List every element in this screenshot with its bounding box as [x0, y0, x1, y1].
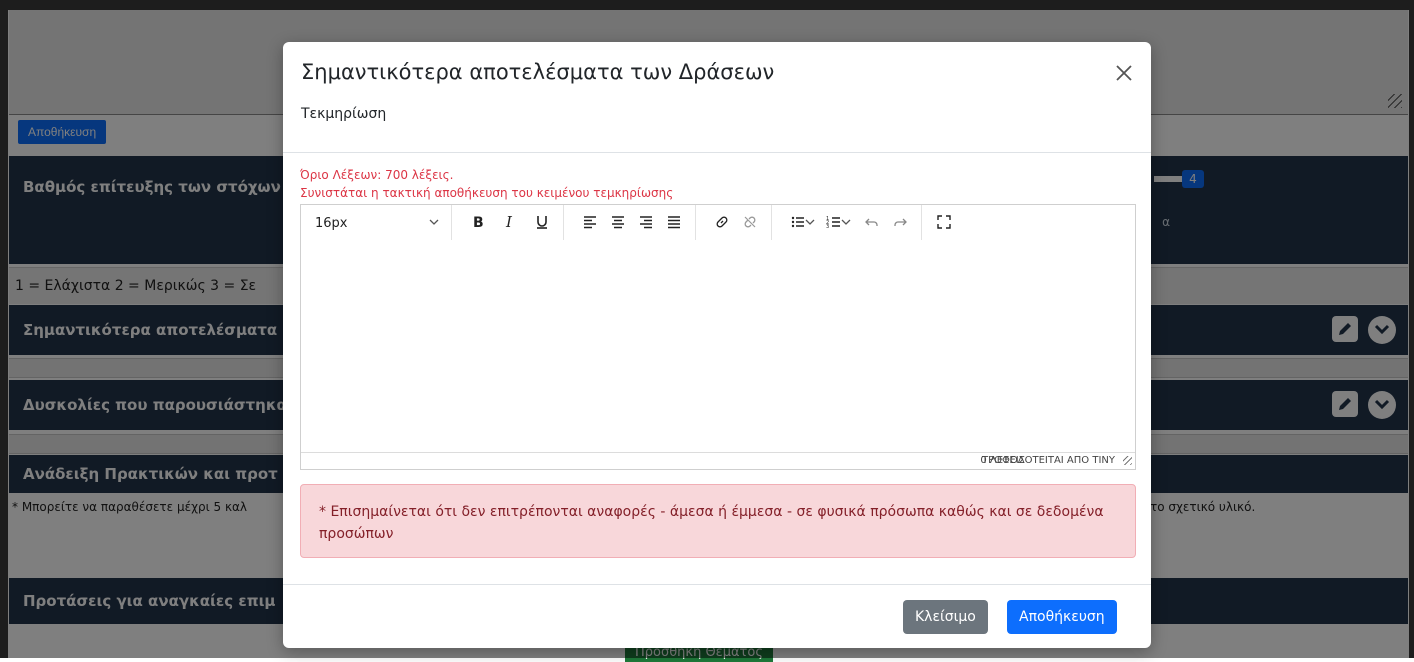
warning-alert: * Επισημαίνεται ότι δεν επιτρέπονται ανα… [300, 484, 1136, 558]
undo-icon [865, 218, 878, 226]
numbered-list-options[interactable] [839, 209, 853, 235]
modal-dialog: Σημαντικότερα αποτελέσματα των Δράσεων Τ… [283, 42, 1151, 648]
align-justify-icon [668, 216, 680, 229]
close-icon[interactable] [1113, 62, 1135, 84]
align-left-button[interactable] [577, 209, 603, 235]
unlink-button[interactable] [737, 209, 763, 235]
chevron-down-icon [429, 219, 439, 225]
font-size-select[interactable]: 16px [301, 205, 452, 240]
bold-button[interactable]: B [465, 209, 491, 235]
bullet-list-options[interactable] [803, 209, 817, 235]
editor-toolbar: 16px B I 1 2 3 [301, 205, 1135, 241]
chevron-down-icon [841, 219, 851, 225]
align-center-icon [612, 216, 624, 229]
font-size-value: 16px [315, 216, 348, 231]
close-button[interactable]: Κλείσιμο [903, 600, 988, 634]
save-hint-text: Συνιστάται η τακτική αποθήκευση του κειμ… [300, 186, 674, 200]
italic-button[interactable]: I [497, 209, 523, 235]
chevron-down-icon [805, 219, 815, 225]
align-right-icon [640, 216, 652, 229]
align-center-button[interactable] [605, 209, 631, 235]
editor-content-area[interactable] [301, 240, 1135, 452]
undo-button[interactable] [859, 209, 885, 235]
redo-icon [894, 218, 907, 226]
svg-text:B: B [473, 215, 484, 230]
warning-alert-text: * Επισημαίνεται ότι δεν επιτρέπονται ανα… [319, 504, 1104, 542]
rich-text-editor: 16px B I 1 2 3 0 ΛΕΞΕΙΣ ΤΡΟΦΟΔΟΤΕΙΤΑΙ ΑΠ… [300, 204, 1136, 470]
bold-icon: B [473, 215, 484, 230]
modal-header: Σημαντικότερα αποτελέσματα των Δράσεων Τ… [283, 42, 1151, 153]
resize-handle-icon[interactable] [1123, 456, 1132, 465]
save-button[interactable]: Αποθήκευση [1007, 600, 1117, 634]
word-limit-text: Όριο Λέξεων: 700 λέξεις. [300, 168, 454, 182]
italic-icon: I [505, 214, 513, 230]
link-icon [716, 216, 728, 228]
underline-icon [537, 216, 547, 229]
unlink-icon [744, 216, 756, 228]
powered-by-link[interactable]: ΤΡΟΦΟΔΟΤΕΙΤΑΙ ΑΠΟ TINY [982, 455, 1115, 466]
link-button[interactable] [709, 209, 735, 235]
modal-subtitle: Τεκμηρίωση [301, 106, 387, 122]
align-left-icon [584, 216, 596, 229]
align-justify-button[interactable] [661, 209, 687, 235]
underline-button[interactable] [529, 209, 555, 235]
align-right-button[interactable] [633, 209, 659, 235]
fullscreen-icon [937, 215, 951, 229]
svg-text:I: I [505, 214, 513, 230]
editor-statusbar: 0 ΛΕΞΕΙΣ ΤΡΟΦΟΔΟΤΕΙΤΑΙ ΑΠΟ TINY [301, 452, 1135, 469]
modal-title: Σημαντικότερα αποτελέσματα των Δράσεων [301, 60, 775, 84]
fullscreen-button[interactable] [931, 209, 957, 235]
redo-button[interactable] [887, 209, 913, 235]
svg-text:3: 3 [826, 224, 829, 230]
